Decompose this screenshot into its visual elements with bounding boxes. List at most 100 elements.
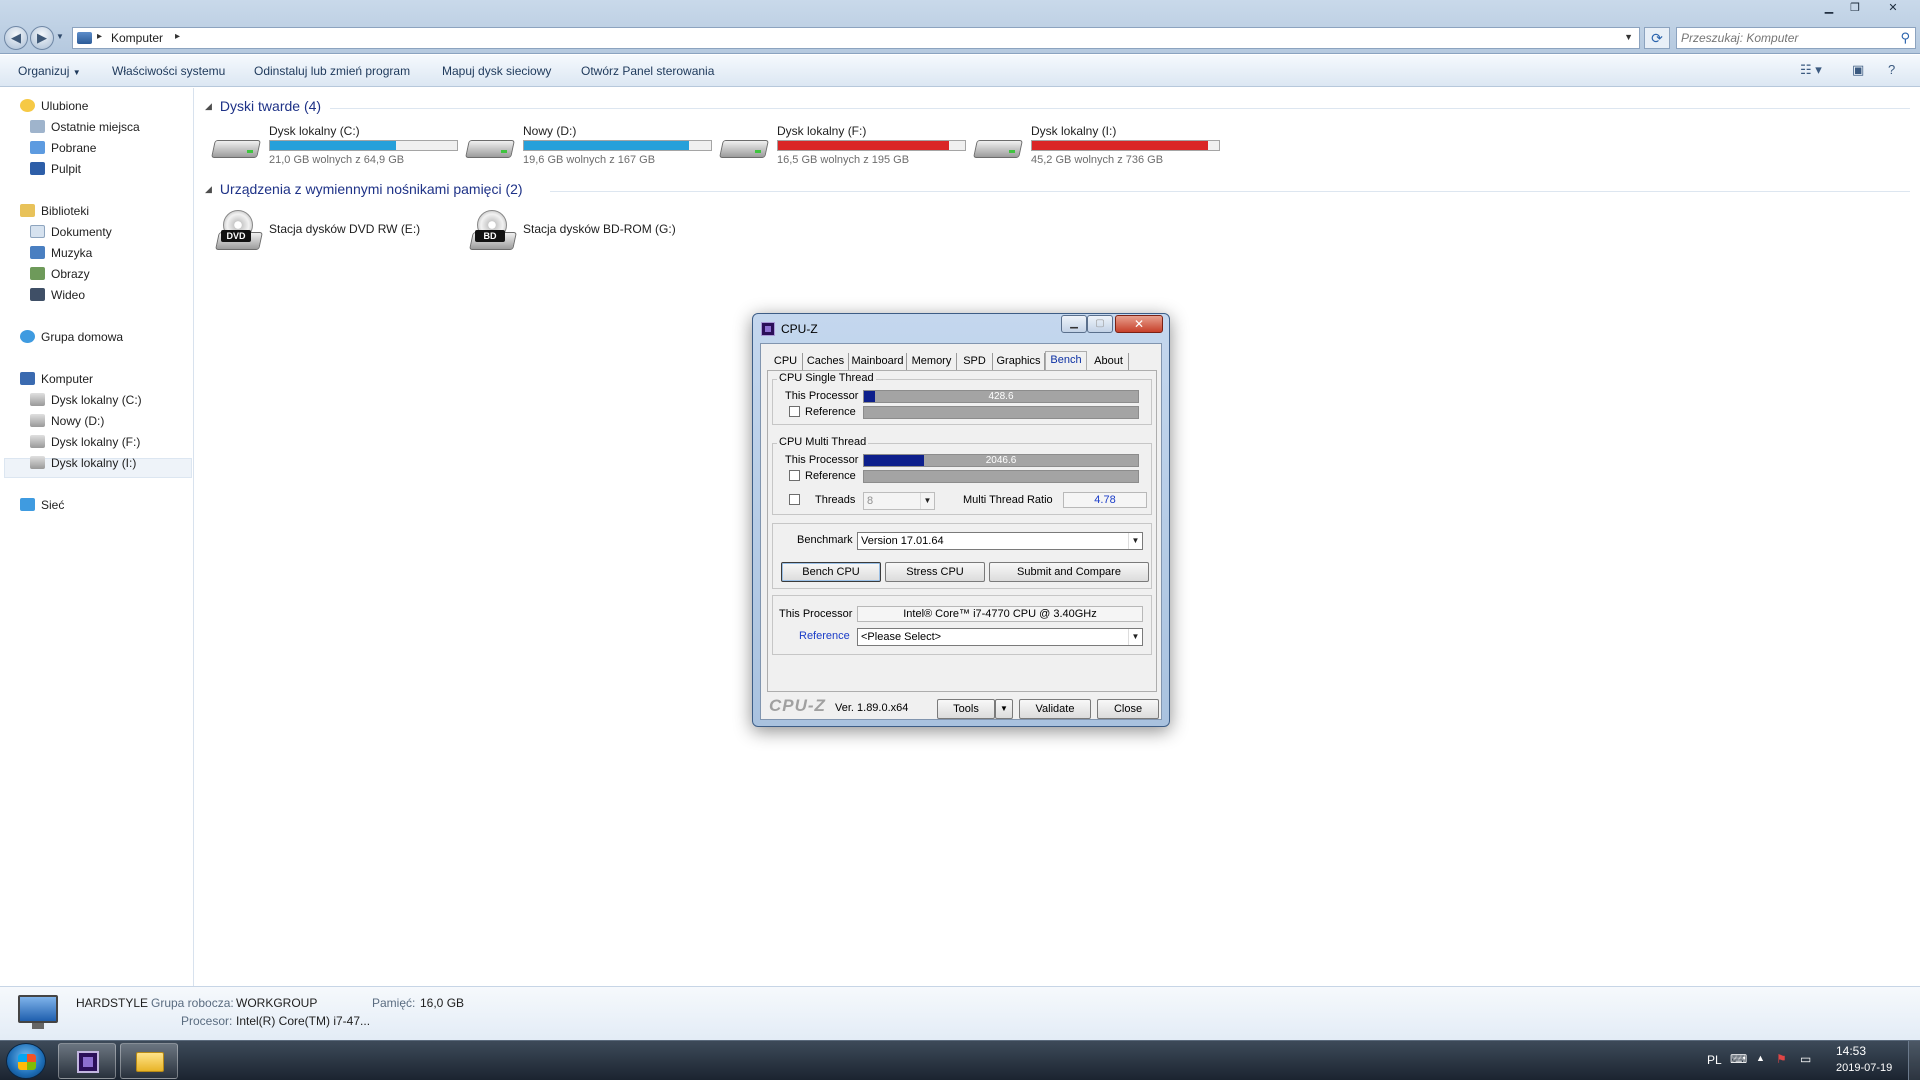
- group-hard-drives[interactable]: ◢ Dyski twarde (4): [205, 98, 321, 114]
- reference-select[interactable]: <Please Select> ▼: [857, 628, 1143, 646]
- preview-pane-icon[interactable]: ▣: [1852, 62, 1864, 78]
- minimize-icon[interactable]: ▁: [1816, 0, 1842, 18]
- reference-link[interactable]: Reference: [799, 630, 850, 642]
- breadcrumb-arrow-icon[interactable]: ▸: [175, 31, 180, 42]
- cpuz-close-text-button[interactable]: Close: [1097, 699, 1159, 719]
- open-control-panel-button[interactable]: Otwórz Panel sterowania: [581, 64, 714, 78]
- address-dropdown-icon[interactable]: ▼: [1624, 32, 1633, 42]
- tab-memory[interactable]: Memory: [907, 353, 957, 371]
- cpuz-minimize-button[interactable]: ▁: [1061, 315, 1087, 333]
- nav-drive-d[interactable]: Nowy (D:): [30, 414, 104, 428]
- tab-spd[interactable]: SPD: [957, 353, 993, 371]
- search-input[interactable]: [1681, 29, 1891, 47]
- hard-drive-icon: [973, 132, 1023, 162]
- view-options-icon[interactable]: ☷ ▾: [1800, 62, 1822, 78]
- keyboard-icon[interactable]: ⌨: [1730, 1052, 1747, 1066]
- group-removable-storage[interactable]: ◢ Urządzenia z wymiennymi nośnikami pamię…: [205, 181, 523, 197]
- tools-dropdown-button[interactable]: ▼: [995, 699, 1013, 719]
- breadcrumb-arrow-icon[interactable]: ▸: [97, 31, 102, 42]
- collapse-triangle-icon[interactable]: ◢: [205, 184, 212, 194]
- nav-documents[interactable]: Dokumenty: [30, 225, 112, 239]
- taskbar-explorer-app[interactable]: [120, 1043, 178, 1079]
- submit-and-compare-button[interactable]: Submit and Compare: [989, 562, 1149, 582]
- help-icon[interactable]: ?: [1888, 62, 1895, 77]
- drive-icon: [30, 435, 45, 448]
- close-icon: ✕: [1133, 317, 1145, 331]
- nav-recent-places[interactable]: Ostatnie miejsca: [30, 120, 140, 134]
- stress-cpu-button[interactable]: Stress CPU: [885, 562, 985, 582]
- disc-label: DVD: [221, 230, 251, 242]
- nav-music[interactable]: Muzyka: [30, 246, 92, 260]
- close-icon[interactable]: ✕: [1880, 0, 1906, 18]
- threads-checkbox[interactable]: [789, 494, 800, 505]
- clock-date[interactable]: 2019-07-19: [1836, 1062, 1892, 1074]
- nav-downloads[interactable]: Pobrane: [30, 141, 96, 155]
- organize-menu[interactable]: Organizuj ▼: [18, 64, 81, 78]
- nav-network[interactable]: Sieć: [20, 498, 64, 512]
- drive-usage-fill: [270, 141, 397, 150]
- language-indicator[interactable]: PL: [1707, 1053, 1722, 1067]
- validate-button[interactable]: Validate: [1019, 699, 1091, 719]
- cpuz-titlebar[interactable]: CPU-Z ▁ ▢ ✕: [753, 314, 1169, 340]
- nav-desktop[interactable]: Pulpit: [30, 162, 81, 176]
- tab-bench[interactable]: Bench: [1045, 351, 1087, 372]
- drive-usage-bar: [1031, 140, 1220, 151]
- nav-label: Dysk lokalny (I:): [51, 456, 137, 470]
- uninstall-program-button[interactable]: Odinstaluj lub zmień program: [254, 64, 410, 78]
- optical-drive-item[interactable]: BD Stacja dysków BD-ROM (G:): [467, 206, 727, 256]
- cpuz-app-icon: [761, 322, 775, 336]
- search-icon[interactable]: ⚲: [1900, 30, 1910, 46]
- drive-item[interactable]: Dysk lokalny (C:) 21,0 GB wolnych z 64,9…: [211, 122, 463, 170]
- drive-free-space: 21,0 GB wolnych z 64,9 GB: [269, 154, 405, 166]
- tab-caches[interactable]: Caches: [803, 353, 849, 371]
- nav-pictures[interactable]: Obrazy: [30, 267, 90, 281]
- tab-mainboard[interactable]: Mainboard: [849, 353, 907, 371]
- breadcrumb-computer[interactable]: Komputer: [111, 31, 163, 45]
- nav-favorites[interactable]: Ulubione: [20, 99, 88, 113]
- drive-item[interactable]: Dysk lokalny (F:) 16,5 GB wolnych z 195 …: [719, 122, 971, 170]
- clock-time[interactable]: 14:53: [1836, 1044, 1866, 1058]
- show-desktop-button[interactable]: [1908, 1041, 1920, 1080]
- multi-reference-checkbox[interactable]: [789, 470, 800, 481]
- system-properties-button[interactable]: Właściwości systemu: [112, 64, 225, 78]
- bench-cpu-button[interactable]: Bench CPU: [781, 562, 881, 582]
- tab-about[interactable]: About: [1089, 353, 1129, 371]
- drive-item[interactable]: Nowy (D:) 19,6 GB wolnych z 167 GB: [465, 122, 717, 170]
- nav-computer[interactable]: Komputer: [20, 372, 93, 386]
- cpuz-close-button[interactable]: ✕: [1115, 315, 1163, 333]
- tab-cpu[interactable]: CPU: [769, 353, 803, 371]
- documents-icon: [30, 225, 45, 238]
- nav-drive-f[interactable]: Dysk lokalny (F:): [30, 435, 140, 449]
- recent-pages-dropdown-icon[interactable]: ▼: [56, 32, 64, 41]
- map-network-drive-button[interactable]: Mapuj dysk sieciowy: [442, 64, 551, 78]
- benchmark-version-select[interactable]: Version 17.01.64 ▼: [857, 532, 1143, 550]
- single-reference-checkbox[interactable]: [789, 406, 800, 417]
- tools-button[interactable]: Tools: [937, 699, 995, 719]
- memory-value: 16,0 GB: [420, 996, 465, 1010]
- nav-homegroup[interactable]: Grupa domowa: [20, 330, 123, 344]
- action-center-flag-icon[interactable]: ⚑: [1776, 1052, 1787, 1066]
- multi-reference-label: Reference: [805, 470, 856, 482]
- nav-drive-i[interactable]: Dysk lokalny (I:): [30, 456, 136, 470]
- taskbar-cpuz-app[interactable]: [58, 1043, 116, 1079]
- address-bar[interactable]: ▸ Komputer ▸ ▼: [72, 27, 1640, 49]
- minimize-icon: ▁: [1070, 318, 1078, 329]
- back-button[interactable]: ◀: [4, 26, 28, 50]
- collapse-triangle-icon[interactable]: ◢: [205, 101, 212, 111]
- nav-libraries[interactable]: Biblioteki: [20, 204, 89, 218]
- videos-icon: [30, 288, 45, 301]
- network-tray-icon[interactable]: ▭: [1800, 1052, 1811, 1066]
- maximize-icon: ▢: [1095, 318, 1105, 329]
- optical-drive-item[interactable]: DVD Stacja dysków DVD RW (E:): [213, 206, 473, 256]
- drive-item[interactable]: Dysk lokalny (I:) 45,2 GB wolnych z 736 …: [973, 122, 1225, 170]
- search-box[interactable]: ⚲: [1676, 27, 1916, 49]
- maximize-icon[interactable]: ❐: [1842, 0, 1868, 18]
- start-button[interactable]: [6, 1043, 46, 1079]
- music-icon: [30, 246, 45, 259]
- nav-videos[interactable]: Wideo: [30, 288, 85, 302]
- tab-graphics[interactable]: Graphics: [993, 353, 1045, 371]
- show-hidden-icons-icon[interactable]: ▲: [1756, 1053, 1765, 1063]
- nav-drive-c[interactable]: Dysk lokalny (C:): [30, 393, 142, 407]
- forward-button[interactable]: ▶: [30, 26, 54, 50]
- refresh-button[interactable]: ⟳: [1644, 27, 1670, 49]
